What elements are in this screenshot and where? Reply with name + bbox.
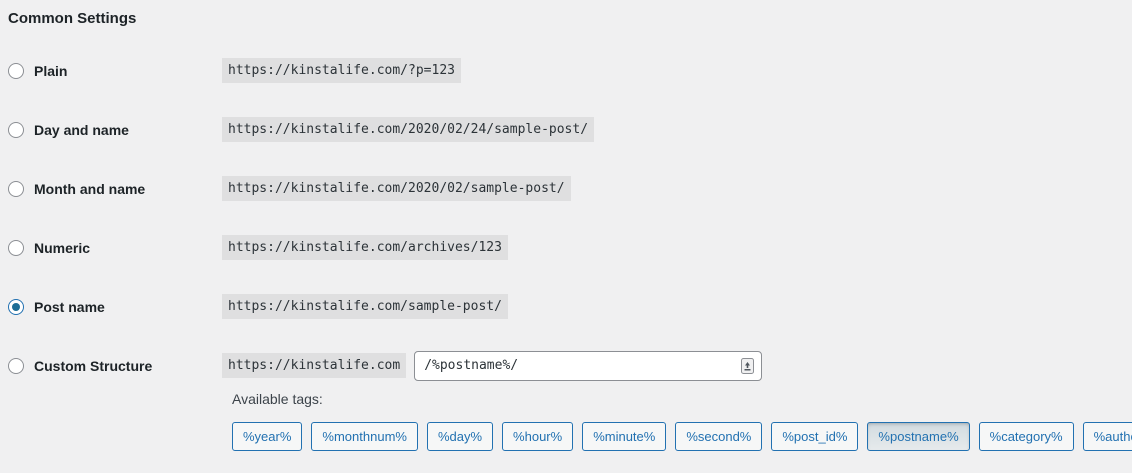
row-post-name-label[interactable]: Post name xyxy=(34,299,105,315)
tag-button-author[interactable]: %author% xyxy=(1083,422,1132,451)
permalink-settings-list: Plain https://kinstalife.com/?p=123 Day … xyxy=(0,41,1132,395)
row-month-and-name-label-cell: Month and name xyxy=(0,181,222,197)
row-post-name-example-url: https://kinstalife.com/sample-post/ xyxy=(222,294,508,319)
row-day-and-name-label[interactable]: Day and name xyxy=(34,122,129,138)
autofill-indicator-icon[interactable] xyxy=(741,358,754,374)
custom-structure-input-wrap xyxy=(414,351,762,381)
row-day-and-name-example-url: https://kinstalife.com/2020/02/24/sample… xyxy=(222,117,594,142)
custom-structure-url-prefix: https://kinstalife.com xyxy=(222,353,406,378)
available-tags-row: %year% %monthnum% %day% %hour% %minute% … xyxy=(232,422,1132,451)
radio-day-and-name[interactable] xyxy=(8,122,24,138)
custom-structure-input[interactable] xyxy=(414,351,762,381)
row-plain-label[interactable]: Plain xyxy=(34,63,67,79)
row-post-name-label-cell: Post name xyxy=(0,299,222,315)
row-numeric: Numeric https://kinstalife.com/archives/… xyxy=(0,218,1132,277)
tag-button-minute[interactable]: %minute% xyxy=(582,422,666,451)
page-title: Common Settings xyxy=(0,0,1132,30)
row-post-name-value-cell: https://kinstalife.com/sample-post/ xyxy=(222,294,508,319)
tag-button-category[interactable]: %category% xyxy=(979,422,1074,451)
tag-button-second[interactable]: %second% xyxy=(675,422,762,451)
row-custom-structure-value-cell: https://kinstalife.com xyxy=(222,351,762,381)
radio-plain[interactable] xyxy=(8,63,24,79)
radio-post-name[interactable] xyxy=(8,299,24,315)
row-plain: Plain https://kinstalife.com/?p=123 xyxy=(0,41,1132,100)
tag-button-year[interactable]: %year% xyxy=(232,422,302,451)
row-numeric-label[interactable]: Numeric xyxy=(34,240,90,256)
row-plain-label-cell: Plain xyxy=(0,63,222,79)
row-custom-structure-label-cell: Custom Structure xyxy=(0,358,222,374)
tag-button-day[interactable]: %day% xyxy=(427,422,493,451)
radio-numeric[interactable] xyxy=(8,240,24,256)
available-tags-label: Available tags: xyxy=(232,389,1132,409)
row-month-and-name-value-cell: https://kinstalife.com/2020/02/sample-po… xyxy=(222,176,571,201)
row-numeric-value-cell: https://kinstalife.com/archives/123 xyxy=(222,235,508,260)
tag-button-hour[interactable]: %hour% xyxy=(502,422,573,451)
row-plain-example-url: https://kinstalife.com/?p=123 xyxy=(222,58,461,83)
row-numeric-label-cell: Numeric xyxy=(0,240,222,256)
radio-month-and-name[interactable] xyxy=(8,181,24,197)
row-month-and-name-example-url: https://kinstalife.com/2020/02/sample-po… xyxy=(222,176,571,201)
row-custom-structure: Custom Structure https://kinstalife.com xyxy=(0,336,1132,395)
row-month-and-name-label[interactable]: Month and name xyxy=(34,181,145,197)
row-day-and-name-label-cell: Day and name xyxy=(0,122,222,138)
row-day-and-name-value-cell: https://kinstalife.com/2020/02/24/sample… xyxy=(222,117,594,142)
row-month-and-name: Month and name https://kinstalife.com/20… xyxy=(0,159,1132,218)
tag-button-postname[interactable]: %postname% xyxy=(867,422,969,451)
radio-custom-structure[interactable] xyxy=(8,358,24,374)
row-numeric-example-url: https://kinstalife.com/archives/123 xyxy=(222,235,508,260)
tag-button-post-id[interactable]: %post_id% xyxy=(771,422,858,451)
row-plain-value-cell: https://kinstalife.com/?p=123 xyxy=(222,58,461,83)
row-custom-structure-label[interactable]: Custom Structure xyxy=(34,358,152,374)
row-post-name: Post name https://kinstalife.com/sample-… xyxy=(0,277,1132,336)
tag-button-monthnum[interactable]: %monthnum% xyxy=(311,422,418,451)
row-day-and-name: Day and name https://kinstalife.com/2020… xyxy=(0,100,1132,159)
